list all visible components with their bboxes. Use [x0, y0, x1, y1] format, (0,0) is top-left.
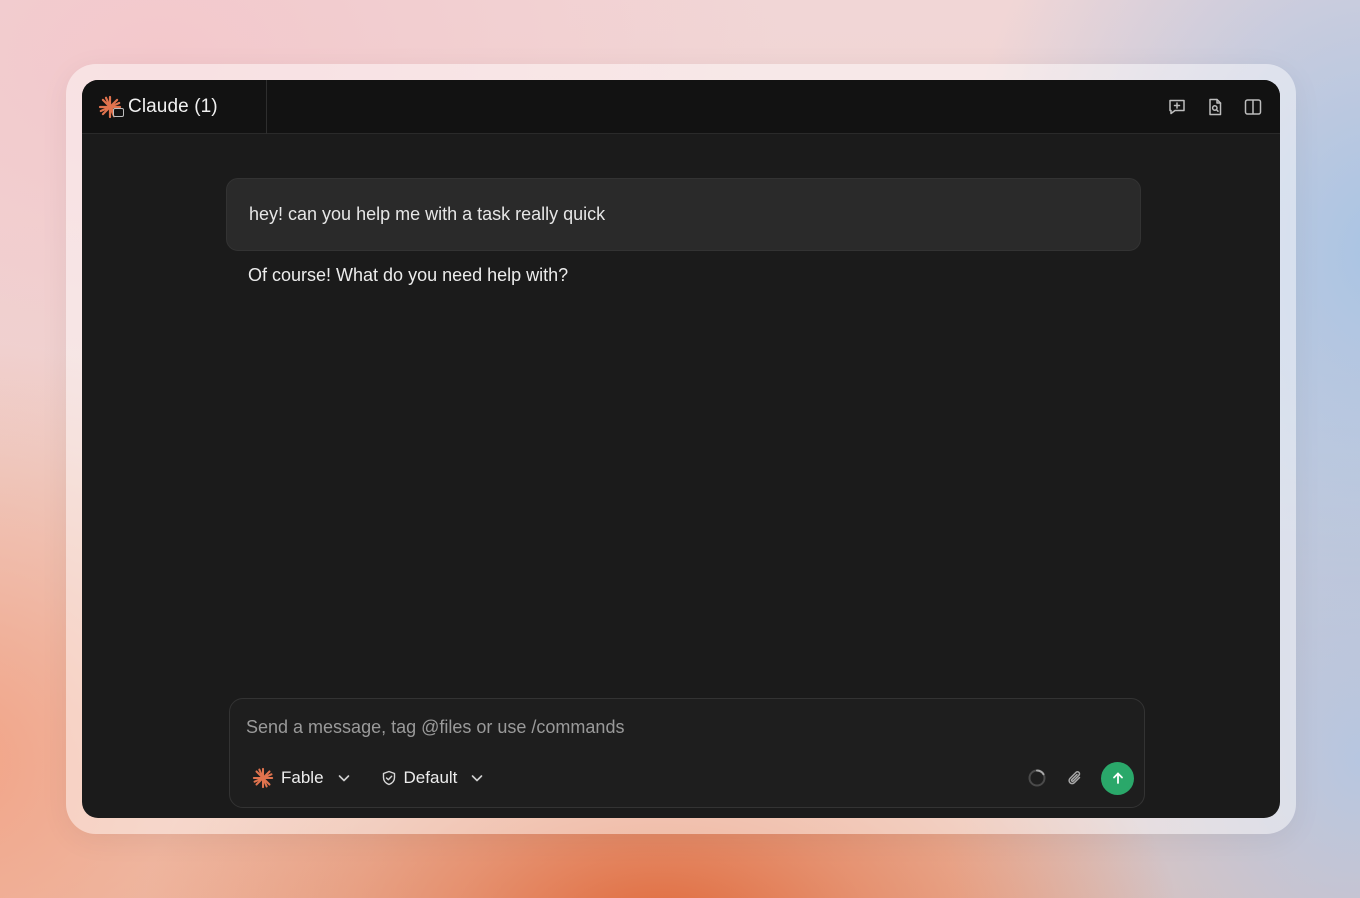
split-panel-button[interactable]	[1234, 94, 1272, 120]
permission-mode-selector[interactable]: Default	[377, 763, 489, 793]
tab-claude[interactable]: Claude (1)	[82, 80, 267, 134]
message-input[interactable]	[246, 717, 1106, 738]
arrow-up-icon	[1112, 772, 1123, 784]
attach-file-button[interactable]	[1063, 766, 1087, 790]
file-search-button[interactable]	[1196, 94, 1234, 120]
file-search-icon	[1209, 98, 1222, 116]
title-bar: Claude (1)	[82, 80, 1280, 134]
claude-sparkle-icon	[252, 767, 274, 789]
claude-sparkle-icon	[98, 93, 126, 121]
model-selector[interactable]: Fable	[248, 763, 355, 793]
shield-check-icon	[382, 770, 395, 786]
new-chat-button[interactable]	[1158, 94, 1196, 120]
message-composer: Fable Default	[229, 698, 1145, 808]
split-panel-icon	[1244, 99, 1262, 115]
paperclip-icon	[1068, 771, 1081, 785]
progress-ring-icon	[1028, 769, 1046, 787]
assistant-message: Of course! What do you need help with?	[248, 265, 569, 285]
context-usage-indicator[interactable]	[1025, 766, 1049, 790]
new-chat-icon	[1169, 99, 1185, 115]
tab-title: Claude (1)	[128, 96, 218, 117]
user-message-text: hey! can you help me with a task really …	[249, 204, 606, 224]
app-window: Claude (1) hey! can you help me with a t…	[82, 80, 1280, 818]
model-label: Fable	[281, 768, 324, 787]
send-button[interactable]	[1101, 761, 1134, 795]
chat-bubble-icon	[113, 108, 124, 117]
conversation-area: hey! can you help me with a task really …	[82, 134, 1280, 818]
titlebar-actions	[1158, 94, 1272, 120]
composer-actions	[1025, 761, 1134, 795]
user-message: hey! can you help me with a task really …	[226, 178, 1141, 251]
chevron-down-icon	[472, 775, 483, 782]
chevron-down-icon	[338, 775, 349, 782]
composer-toolbar: Fable Default	[248, 761, 1134, 795]
mode-label: Default	[403, 768, 458, 787]
